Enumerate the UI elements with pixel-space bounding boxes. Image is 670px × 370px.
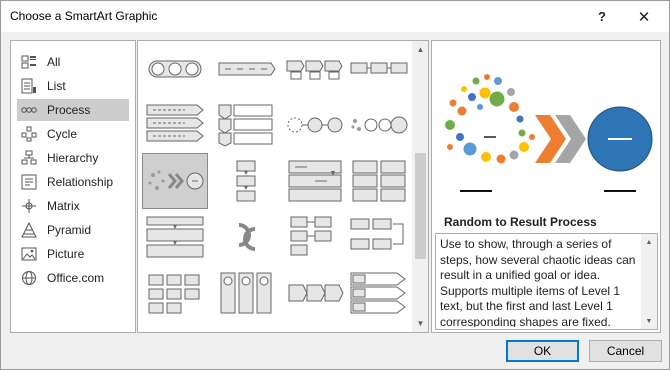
layout-thumbnail[interactable] <box>142 41 208 97</box>
layout-thumbnail[interactable] <box>282 265 348 321</box>
scroll-up-arrow-icon[interactable]: ▲ <box>412 41 428 58</box>
category-label: Picture <box>47 247 85 261</box>
category-label: All <box>47 55 61 69</box>
list-icon <box>21 78 37 94</box>
category-list-item[interactable]: List <box>17 75 129 97</box>
category-label: List <box>47 79 66 93</box>
layout-thumbnail[interactable] <box>346 153 412 209</box>
description-scrollbar[interactable]: ▲ ▼ <box>641 234 657 329</box>
category-cycle[interactable]: Cycle <box>17 123 129 145</box>
layout-thumbnail[interactable] <box>346 265 412 321</box>
category-process[interactable]: Process <box>17 99 129 121</box>
scroll-down-arrow-icon[interactable]: ▼ <box>412 315 428 332</box>
dialog-body: All List Process Cycle Hierarchy Relatio… <box>1 32 669 335</box>
layout-thumbnail[interactable] <box>346 209 412 265</box>
all-icon <box>21 54 37 70</box>
smartart-dialog: Choose a SmartArt Graphic ? ✕ All List P… <box>0 0 670 370</box>
hierarchy-icon <box>21 150 37 166</box>
dialog-title: Choose a SmartArt Graphic <box>10 9 158 23</box>
category-list: All List Process Cycle Hierarchy Relatio… <box>10 40 136 333</box>
scrollbar-thumb[interactable] <box>415 153 426 259</box>
picture-icon <box>21 246 37 262</box>
preview-pane: Random to Result Process Use to show, th… <box>431 40 661 333</box>
layout-gallery: ▲ ▼ <box>137 40 429 333</box>
relationship-icon <box>21 174 37 190</box>
layout-thumbnail[interactable] <box>142 209 208 265</box>
category-label: Hierarchy <box>47 151 99 165</box>
layout-thumbnail[interactable] <box>282 209 348 265</box>
category-label: Process <box>47 103 91 117</box>
category-all[interactable]: All <box>17 51 129 73</box>
gallery-scrollbar[interactable]: ▲ ▼ <box>412 41 428 332</box>
category-office-com[interactable]: Office.com <box>17 267 129 289</box>
pyramid-icon <box>21 222 37 238</box>
category-label: Office.com <box>47 271 105 285</box>
cycle-icon <box>21 126 37 142</box>
category-relationship[interactable]: Relationship <box>17 171 129 193</box>
category-hierarchy[interactable]: Hierarchy <box>17 147 129 169</box>
title-bar: Choose a SmartArt Graphic ? ✕ <box>1 1 669 32</box>
layout-thumbnail[interactable] <box>214 265 280 321</box>
layout-thumbnail[interactable] <box>346 41 412 97</box>
process-icon <box>21 102 37 118</box>
layout-thumbnail[interactable] <box>282 153 348 209</box>
help-button[interactable]: ? <box>582 1 622 32</box>
layout-thumbnail[interactable] <box>282 41 348 97</box>
layout-thumbnail-selected[interactable] <box>142 153 208 209</box>
layout-thumbnail[interactable] <box>142 97 208 153</box>
ok-button[interactable]: OK <box>506 340 579 362</box>
layout-title: Random to Result Process <box>444 215 597 229</box>
layout-thumbnail[interactable] <box>142 265 208 321</box>
scroll-up-arrow-icon[interactable]: ▲ <box>641 234 657 250</box>
category-label: Relationship <box>47 175 114 189</box>
globe-icon <box>21 270 37 286</box>
layout-thumbnail[interactable] <box>282 97 348 153</box>
category-label: Matrix <box>47 199 80 213</box>
layout-thumbnail[interactable] <box>214 209 280 265</box>
close-button[interactable]: ✕ <box>624 1 664 32</box>
category-label: Pyramid <box>47 223 92 237</box>
cancel-button[interactable]: Cancel <box>589 340 662 362</box>
matrix-icon <box>21 198 37 214</box>
layout-thumbnail[interactable] <box>346 97 412 153</box>
layout-preview-image <box>440 67 654 217</box>
dialog-footer: OK Cancel <box>1 335 669 369</box>
layout-thumbnail[interactable] <box>214 97 280 153</box>
layout-description-box: Use to show, through a series of steps, … <box>435 233 658 330</box>
category-pyramid[interactable]: Pyramid <box>17 219 129 241</box>
category-label: Cycle <box>47 127 78 141</box>
layout-thumbnail[interactable] <box>214 153 280 209</box>
layout-thumbnail[interactable] <box>214 41 280 97</box>
category-picture[interactable]: Picture <box>17 243 129 265</box>
category-matrix[interactable]: Matrix <box>17 195 129 217</box>
layout-description: Use to show, through a series of steps, … <box>440 237 636 327</box>
scroll-down-arrow-icon[interactable]: ▼ <box>641 313 657 329</box>
